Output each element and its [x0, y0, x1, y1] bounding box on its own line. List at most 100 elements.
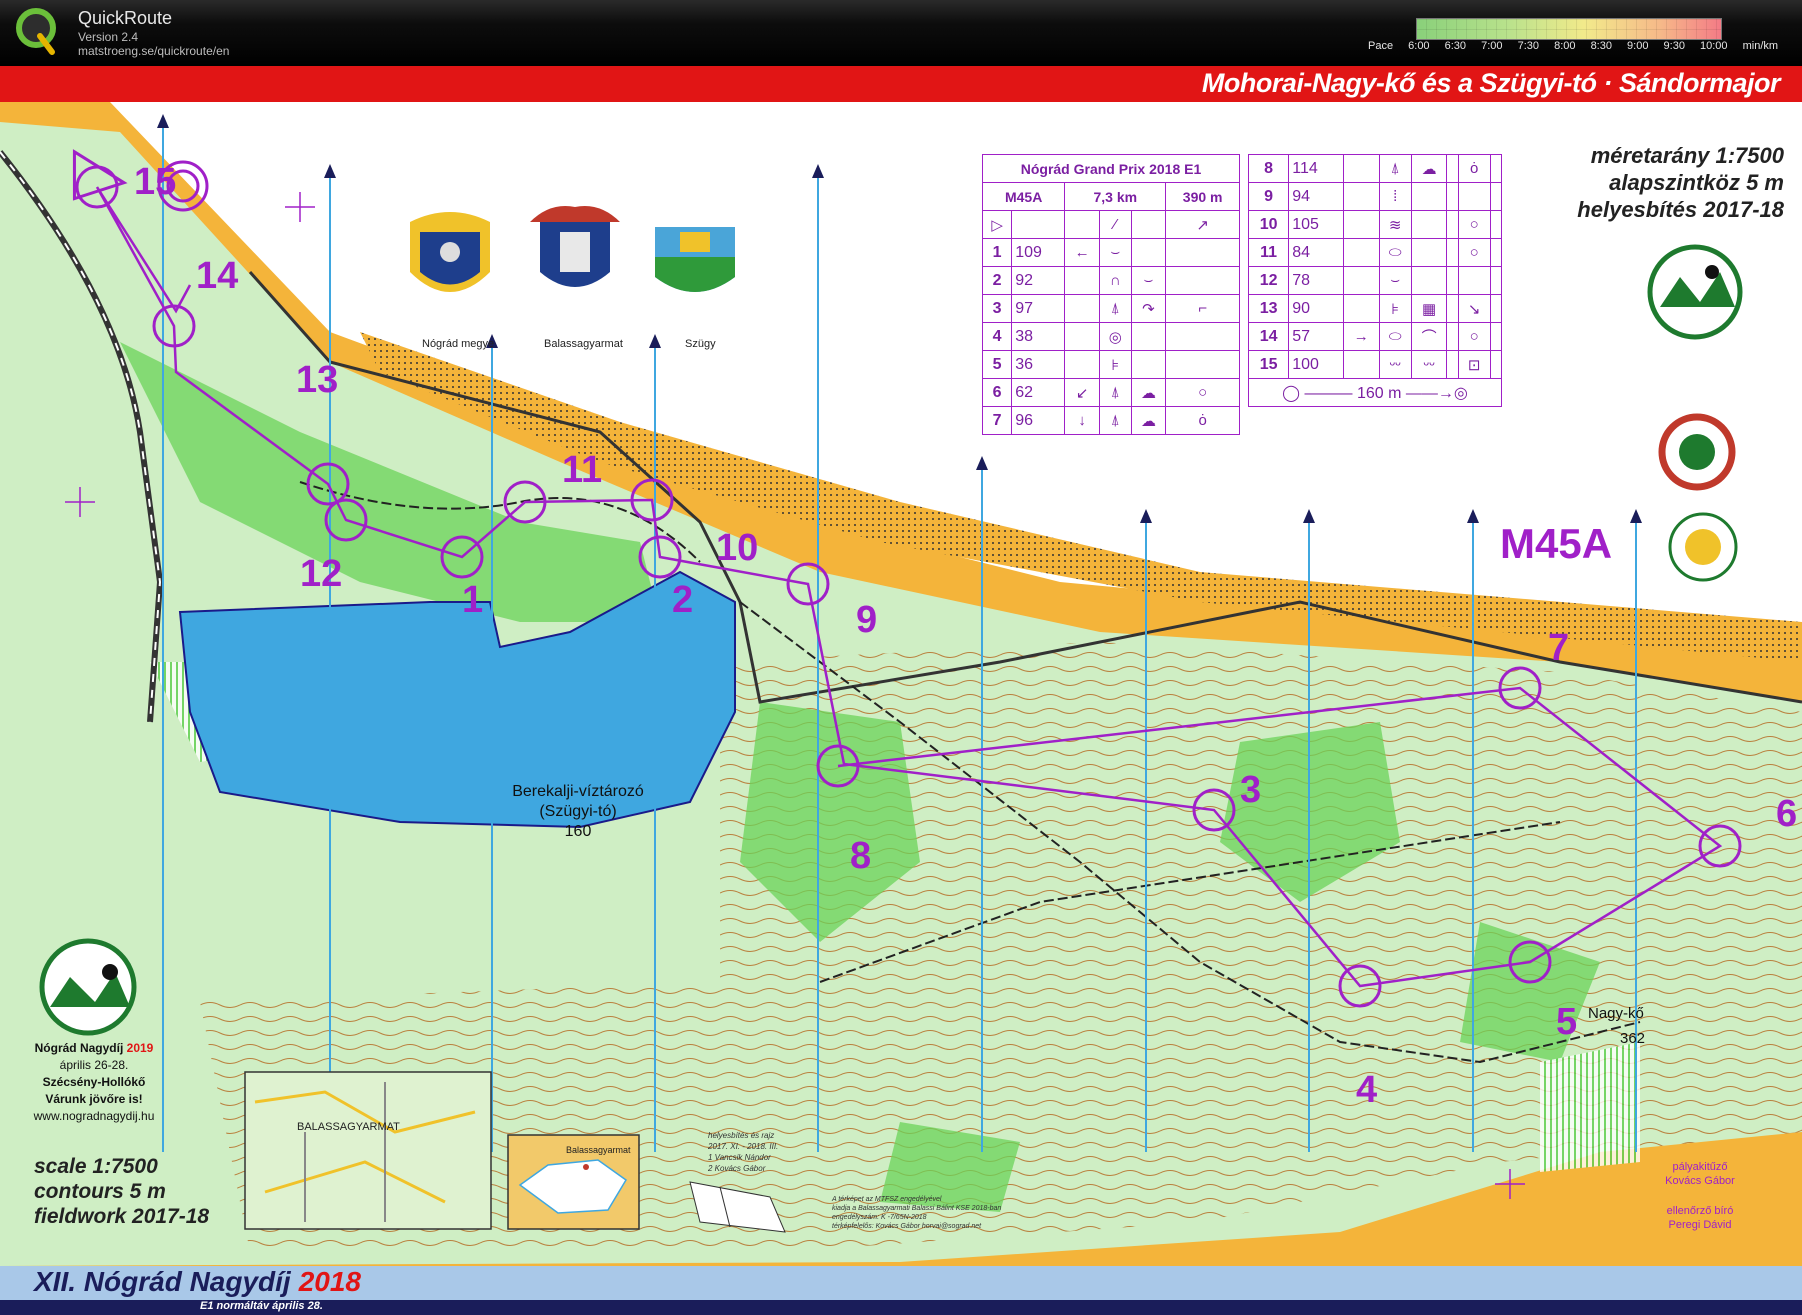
- next-event-invite: Várunk jövőre is!: [45, 1092, 143, 1106]
- tree-icon: ⍋: [1098, 378, 1132, 407]
- control-sequence: 4: [981, 322, 1013, 351]
- control-sequence: 2: [981, 266, 1013, 295]
- next-event-info: Nógrád Nagydíj 2019 április 26-28. Szécs…: [24, 1040, 164, 1125]
- description-event: Nógrád Grand Prix 2018 E1: [982, 154, 1240, 183]
- course-officials: pályakitűző Kovács Gábor ellenőrző bíró …: [1640, 1160, 1760, 1232]
- control-sequence: 7: [981, 406, 1013, 435]
- fieldwork-line-en: fieldwork 2017-18: [34, 1205, 210, 1228]
- foot-icon: ○: [1165, 378, 1240, 407]
- pace-tick: 10:00: [1700, 40, 1728, 52]
- depression-icon: ⌣: [1378, 266, 1412, 295]
- part-icon: ○: [1457, 238, 1491, 267]
- road-junction-icon: ⁄: [1098, 210, 1132, 239]
- start-symbol-icon: ▷: [981, 210, 1013, 239]
- control-code: 90: [1288, 294, 1344, 323]
- official-name: Peregi Dávid: [1668, 1219, 1732, 1231]
- control-description-sheet-1: Nógrád Grand Prix 2018 E1 M45A 7,3 km 39…: [981, 154, 1240, 435]
- arrow-southwest-icon: ↙: [1064, 378, 1100, 407]
- thicket-icon: ☁: [1130, 406, 1167, 435]
- lake-name: Berekalji-víztározó: [512, 783, 644, 800]
- map-title: Mohorai-Nagy-kő és a Szügyi-tó · Sándorm…: [1201, 68, 1781, 98]
- control-sequence: 1: [981, 238, 1013, 267]
- scale-info-hungarian: méretarány 1:7500 alapszintköz 5 m helye…: [1577, 142, 1784, 223]
- control-code: 105: [1288, 210, 1344, 239]
- control-number: 9: [856, 599, 877, 641]
- pace-tick: 6:00: [1408, 40, 1430, 52]
- control-sequence: 12: [1247, 266, 1290, 295]
- control-sequence: 8: [1247, 154, 1290, 183]
- credit-line: A térképet az MTFSZ engedélyével: [832, 1196, 942, 1203]
- clearing-icon: ⬭: [1378, 238, 1412, 267]
- pace-label: Pace: [1368, 40, 1394, 52]
- grid-icon: ▦: [1410, 294, 1448, 323]
- arrow-south-icon: ↓: [1064, 406, 1100, 435]
- next-event-place: Szécsény-Hollókő: [42, 1075, 146, 1089]
- description-class: M45A: [981, 182, 1066, 211]
- bend-icon: ↷: [1130, 294, 1167, 323]
- credit-line: 2 Kovács Gábor: [708, 1164, 766, 1173]
- credit-line: engedélyszám: K -7/65N-2018: [832, 1214, 927, 1221]
- footer-subtitle: E1 normáltáv április 28.: [200, 1300, 323, 1312]
- control-number: 12: [300, 553, 342, 595]
- thicket-icon: ☁: [1410, 154, 1448, 183]
- control-code: 97: [1011, 294, 1066, 323]
- credit-line: térképfelelős: Kovács Gábor horvai@sogra…: [832, 1223, 982, 1230]
- next-event-name: Nógrád Nagydíj: [34, 1041, 124, 1055]
- coat-label-szugy: Szügy: [685, 338, 716, 350]
- description-climb: 390 m: [1165, 182, 1240, 211]
- footer-event: XII. Nógrád Nagydíj: [34, 1266, 291, 1297]
- revision-line: helyesbítés 2017-18: [1577, 197, 1784, 222]
- app-header: QuickRoute Version 2.4 matstroeng.se/qui…: [0, 0, 1802, 66]
- control-number: 14: [196, 255, 238, 297]
- app-url[interactable]: matstroeng.se/quickroute/en: [78, 44, 229, 58]
- control-sequence: 9: [1247, 182, 1290, 211]
- scrub-icon: ≋: [1378, 210, 1412, 239]
- rootstock-icon: ◎: [1098, 322, 1132, 351]
- control-code: 62: [1011, 378, 1066, 407]
- bbb-ksek-logo: [1668, 512, 1738, 582]
- control-number: 5: [1556, 1001, 1577, 1043]
- stony-ground-icon: ⁞: [1378, 182, 1412, 211]
- edge-icon: ○: [1457, 322, 1491, 351]
- orienteering-map[interactable]: 1 23456789101112131415 BALASSAGYARMAT Ba…: [0, 102, 1802, 1266]
- control-sequence: 10: [1247, 210, 1290, 239]
- coat-label-balassagyarmat: Balassagyarmat: [544, 338, 623, 350]
- start-circle-icon: ◯ ———: [1282, 384, 1357, 402]
- control-sequence: 15: [1247, 350, 1290, 379]
- scale-info-english: scale 1:7500 contours 5 m fieldwork 2017…: [34, 1154, 209, 1229]
- pace-tick: 7:30: [1517, 40, 1540, 52]
- pace-legend: Pace 6:00 6:30 7:00 7:30 8:00 8:30 9:00 …: [1368, 40, 1790, 52]
- credit-line: helyesbítés és rajz: [708, 1131, 775, 1140]
- boulder-side-icon: ⊧: [1098, 350, 1132, 379]
- contour-line-en: contours 5 m: [34, 1180, 166, 1203]
- inset-country-map: Balassagyarmat: [507, 1134, 640, 1230]
- credit-line: 2017. XI. - 2018. III.: [708, 1142, 779, 1151]
- contour-line: alapszintköz 5 m: [1609, 170, 1784, 195]
- arrow-east-icon: →: [1342, 322, 1380, 351]
- control-number: 7: [1548, 627, 1569, 669]
- edge-icon: ○: [1457, 210, 1491, 239]
- control-number: 1: [462, 579, 483, 621]
- thicket-icon: ☁: [1130, 378, 1167, 407]
- marsh-icon: ᵕᵕ: [1378, 350, 1412, 379]
- next-event-web[interactable]: www.nogradnagydij.hu: [24, 1108, 164, 1125]
- finish-distance: 160 m: [1356, 384, 1402, 402]
- permit-credits: A térképet az MTFSZ engedélyével kiadja …: [832, 1195, 1001, 1231]
- tree-icon: ⍋: [1098, 294, 1132, 323]
- credit-line: 1 Vancsik Nándor: [708, 1153, 771, 1162]
- scale-line-en: scale 1:7500: [34, 1155, 158, 1178]
- course-class-label: M45A: [1500, 520, 1613, 567]
- control-sequence: 11: [1247, 238, 1290, 267]
- pace-unit: min/km: [1742, 40, 1779, 52]
- pace-tick: 9:00: [1627, 40, 1649, 52]
- control-sequence: 5: [981, 350, 1013, 379]
- depression-icon: ⌣: [1098, 238, 1132, 267]
- pace-color-scale: [1416, 18, 1722, 40]
- control-code: 36: [1011, 350, 1066, 379]
- ditch-icon: ⌣: [1130, 266, 1167, 295]
- control-description-sheet-2: 8 114 ⍋ ☁ ȯ 9 94 ⁞ 10 105 ≋ ○ 11 84 ⬭ ○ 12 78 ⌣ 13 90 ⊧ ▦…: [1247, 154, 1503, 407]
- description-length: 7,3 km: [1064, 182, 1167, 211]
- arrow-west-icon: ←: [1064, 238, 1100, 267]
- control-code: 84: [1288, 238, 1344, 267]
- control-code: 57: [1288, 322, 1344, 351]
